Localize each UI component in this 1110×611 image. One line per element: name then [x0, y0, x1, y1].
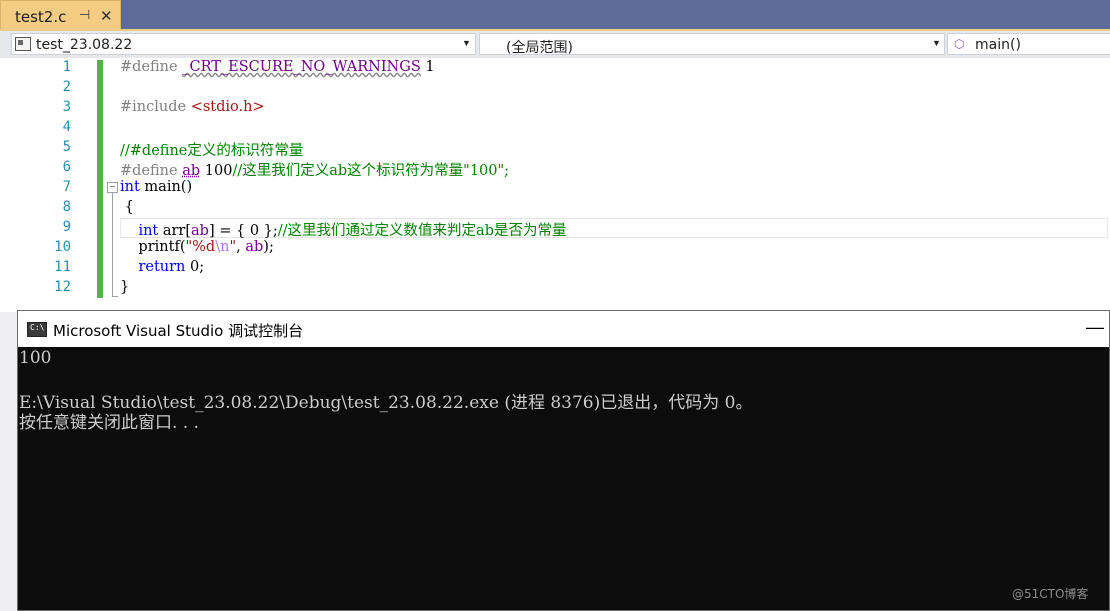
code-text: int main() — [120, 179, 193, 195]
line-number: 7 — [62, 179, 71, 195]
code-line: 4 — [0, 118, 1110, 138]
code-line: 9 int arr[ab] = { 0 };//这里我们通过定义数值来判定ab是… — [0, 218, 1110, 239]
code-text: #define _CRT_ESCURE_NO_WARNINGS 1 — [120, 59, 435, 75]
code-line: 12 } — [0, 278, 1110, 298]
code-line: 7 int main() — [0, 178, 1110, 198]
line-number: 2 — [62, 79, 71, 95]
watermark: @51CTO博客 — [1012, 587, 1089, 601]
code-text: #include <stdio.h> — [120, 99, 265, 115]
chevron-down-icon: ▼ — [932, 38, 941, 48]
function-dropdown[interactable]: ⬡ main() — [947, 33, 1110, 55]
debug-console-window[interactable]: C:\ Microsoft Visual Studio 调试控制台 — 100 … — [17, 310, 1110, 611]
code-editor[interactable]: − 1 #define _CRT_ESCURE_NO_WARNINGS 1 2 … — [0, 58, 1110, 312]
console-title: Microsoft Visual Studio 调试控制台 — [53, 322, 304, 340]
minimize-button[interactable]: — — [1086, 317, 1104, 338]
console-app-icon: C:\ — [27, 322, 47, 337]
document-tab-strip: test2.c ⊣ ✕ — [0, 0, 1110, 31]
code-text: { — [120, 199, 134, 215]
function-cube-icon: ⬡ — [954, 37, 965, 51]
line-number: 6 — [62, 159, 71, 175]
scope-name: (全局范围) — [506, 40, 573, 56]
chevron-down-icon: ▼ — [462, 38, 471, 48]
code-text: printf("%d\n", ab); — [120, 239, 274, 255]
line-number: 12 — [54, 279, 71, 295]
line-number: 9 — [62, 219, 71, 235]
line-number: 5 — [62, 139, 71, 155]
code-line: 8 { — [0, 198, 1110, 218]
project-dropdown[interactable]: test_23.08.22 ▼ — [11, 33, 476, 55]
line-number: 1 — [62, 59, 71, 75]
function-name: main() — [975, 37, 1021, 53]
line-number: 8 — [62, 199, 71, 215]
close-icon[interactable]: ✕ — [100, 7, 113, 25]
console-title-bar[interactable]: C:\ Microsoft Visual Studio 调试控制台 — — [18, 311, 1109, 347]
pin-icon[interactable]: ⊣ — [79, 7, 90, 23]
code-line: 1 #define _CRT_ESCURE_NO_WARNINGS 1 — [0, 58, 1110, 78]
tab-test2-c[interactable]: test2.c ⊣ ✕ — [0, 0, 121, 31]
console-output-line: 按任意键关闭此窗口. . . — [19, 413, 200, 433]
line-number: 3 — [62, 99, 71, 115]
code-text: int arr[ab] = { 0 };//这里我们通过定义数值来判定ab是否为… — [138, 223, 567, 239]
code-text: //#define定义的标识符常量 — [120, 143, 304, 159]
code-line: 10 printf("%d\n", ab); — [0, 238, 1110, 258]
code-text: #define ab 100//这里我们定义ab这个标识符为常量"100"; — [120, 163, 510, 179]
console-output-line: 100 — [19, 348, 52, 368]
code-line: 6 #define ab 100//这里我们定义ab这个标识符为常量"100"; — [0, 158, 1110, 179]
code-line: 3 #include <stdio.h> — [0, 98, 1110, 118]
project-name: test_23.08.22 — [36, 37, 133, 53]
code-text: return 0; — [138, 259, 205, 275]
line-number: 10 — [54, 239, 71, 255]
line-number: 4 — [62, 119, 71, 135]
project-icon — [15, 37, 31, 51]
code-line: 11 return 0; — [0, 258, 1110, 278]
code-line: 5 //#define定义的标识符常量 — [0, 138, 1110, 159]
scope-dropdown[interactable]: (全局范围) ▼ — [479, 33, 945, 56]
code-line: 2 — [0, 78, 1110, 98]
code-text: } — [120, 279, 130, 295]
tab-filename: test2.c — [15, 8, 67, 26]
line-number: 11 — [54, 259, 71, 275]
navigation-bar: test_23.08.22 ▼ (全局范围) ▼ ⬡ main() — [0, 31, 1110, 59]
